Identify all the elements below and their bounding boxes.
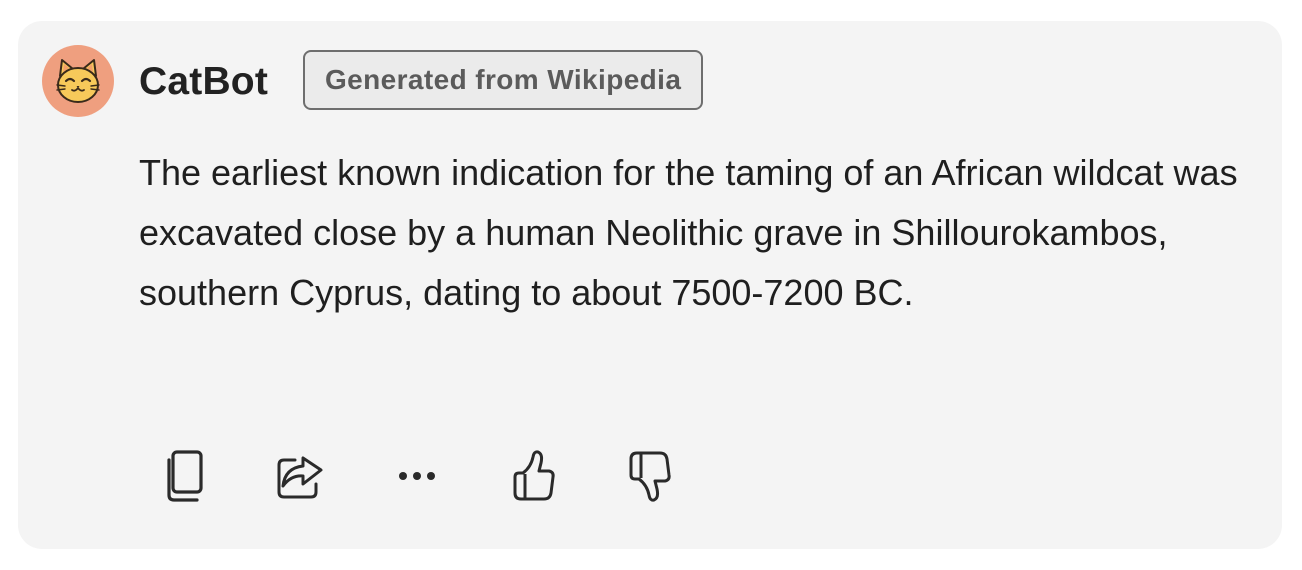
copy-button[interactable] [155,446,215,506]
author-name: CatBot [139,60,269,103]
avatar [42,45,114,117]
copy-icon [167,450,203,502]
share-icon [277,456,323,499]
message-text: The earliest known indication for the ta… [139,152,1238,313]
source-badge: Generated from Wikipedia [303,50,704,110]
chat-message-card: CatBot Generated from Wikipedia The earl… [18,21,1282,549]
dislike-button[interactable] [619,446,679,506]
like-button[interactable] [503,446,563,506]
share-button[interactable] [271,446,331,506]
smiling-cat-face-icon [56,59,100,103]
message-actions [155,441,679,511]
more-button[interactable] [387,446,447,506]
thumbs-up-icon [513,450,555,501]
thumbs-down-icon [629,451,671,502]
more-icon [399,472,435,480]
